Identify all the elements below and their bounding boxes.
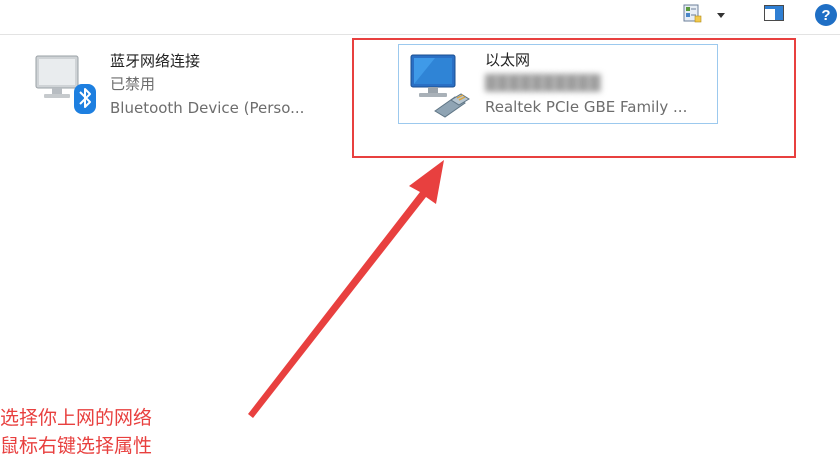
bluetooth-adapter-icon xyxy=(30,50,100,120)
adapter-name: 蓝牙网络连接 xyxy=(110,52,201,70)
adapter-bluetooth-text: 蓝牙网络连接 已禁用 Bluetooth Device (Perso... xyxy=(110,50,336,120)
adapter-device: Bluetooth Device (Perso... xyxy=(110,99,305,117)
view-options-dropdown[interactable] xyxy=(712,2,730,28)
preview-pane-button[interactable] xyxy=(760,2,788,28)
adapter-device: Realtek PCIe GBE Family ... xyxy=(485,98,688,116)
adapter-bluetooth[interactable]: 蓝牙网络连接 已禁用 Bluetooth Device (Perso... xyxy=(26,44,336,124)
adapter-ethernet[interactable]: 以太网 ██████████ Realtek PCIe GBE Family .… xyxy=(398,44,718,124)
annotation-text-line-2: 鼠标右键选择属性 xyxy=(0,435,153,457)
ethernet-adapter-icon xyxy=(405,49,475,119)
adapter-name: 以太网 xyxy=(485,51,531,69)
network-connections-window: ? 蓝牙网络连接 已禁用 Bluetooth Device (Perso... xyxy=(0,0,840,466)
change-view-icon xyxy=(681,2,703,28)
toolbar: ? xyxy=(0,0,840,35)
adapter-status-redacted: ██████████ xyxy=(485,74,601,92)
adapter-status: 已禁用 xyxy=(110,75,156,93)
change-view-button[interactable] xyxy=(678,2,706,28)
annotation-text-line-1: 选择你上网的网络 xyxy=(0,407,153,429)
adapter-ethernet-text: 以太网 ██████████ Realtek PCIe GBE Family .… xyxy=(485,49,717,119)
chevron-down-icon xyxy=(717,12,725,18)
preview-pane-icon xyxy=(763,3,785,27)
help-icon: ? xyxy=(815,4,837,26)
help-button[interactable]: ? xyxy=(814,2,838,28)
